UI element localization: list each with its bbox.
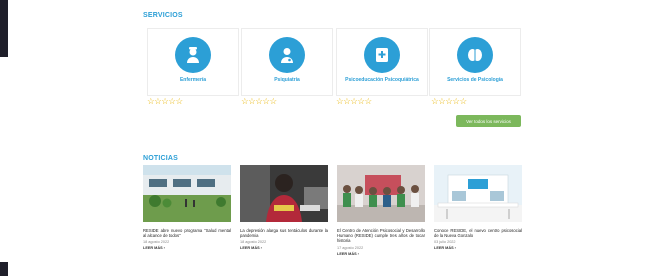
news-card[interactable]: Conoce RESIDE, el nuevo centro psicosoci… [434, 165, 522, 250]
service-label: Psiquiatría [274, 77, 300, 83]
news-card[interactable]: RESIDE abre nuevo programa "Salud mental… [143, 165, 231, 250]
read-more-link[interactable]: LEER MÁS › [434, 246, 522, 250]
nurse-icon [175, 37, 211, 73]
brain-icon [457, 37, 493, 73]
news-title[interactable]: La depresión alarga sus tentáculos duran… [240, 228, 328, 238]
read-more-link[interactable]: LEER MÁS › [143, 246, 231, 250]
medical-book-icon [364, 37, 400, 73]
read-more-link[interactable]: LEER MÁS › [337, 252, 425, 256]
news-date: 18 agosto 2022 [240, 240, 267, 245]
rating-stars[interactable]: ☆☆☆☆☆ [241, 97, 277, 106]
news-image-group[interactable] [337, 165, 425, 222]
news-title[interactable]: El Centro de Atención Psicosocial y Desa… [337, 228, 425, 244]
news-card[interactable]: La depresión alarga sus tentáculos duran… [240, 165, 328, 250]
service-card-enfermeria[interactable]: Enfermería [147, 28, 239, 96]
service-card-psicologia[interactable]: Servicios de Psicología [429, 28, 521, 96]
left-edge-bar-top [0, 0, 8, 57]
news-title[interactable]: RESIDE abre nuevo programa "Salud mental… [143, 228, 231, 238]
news-card[interactable]: El Centro de Atención Psicosocial y Desa… [337, 165, 425, 256]
news-image-center-building[interactable] [434, 165, 522, 222]
service-card-psiquiatria[interactable]: Psiquiatría [241, 28, 333, 96]
service-label: Enfermería [179, 77, 207, 83]
news-section-title: NOTICIAS [143, 155, 179, 162]
services-section-title: SERVICIOS [143, 12, 183, 19]
service-label: Servicios de Psicología [447, 77, 503, 83]
doctor-icon [269, 37, 305, 73]
news-image-building[interactable] [143, 165, 231, 222]
news-date: 03 julio 2022 [434, 240, 456, 245]
service-card-psicoeducacion[interactable]: Psicoeducación Psicoquiátrica [336, 28, 428, 96]
news-date: 17 agosto 2022 [337, 245, 364, 250]
rating-stars[interactable]: ☆☆☆☆☆ [336, 97, 372, 106]
news-title[interactable]: Conoce RESIDE, el nuevo centro psicosoci… [434, 228, 522, 238]
news-date: 18 agosto 2022 [143, 240, 170, 245]
view-all-services-button[interactable]: Ver todos los servicios [456, 115, 521, 127]
read-more-link[interactable]: LEER MÁS › [240, 246, 328, 250]
rating-stars[interactable]: ☆☆☆☆☆ [431, 97, 467, 106]
news-image-person[interactable] [240, 165, 328, 222]
service-label: Psicoeducación Psicoquiátrica [345, 77, 419, 83]
left-edge-bar-bottom [0, 262, 8, 276]
rating-stars[interactable]: ☆☆☆☆☆ [147, 97, 183, 106]
